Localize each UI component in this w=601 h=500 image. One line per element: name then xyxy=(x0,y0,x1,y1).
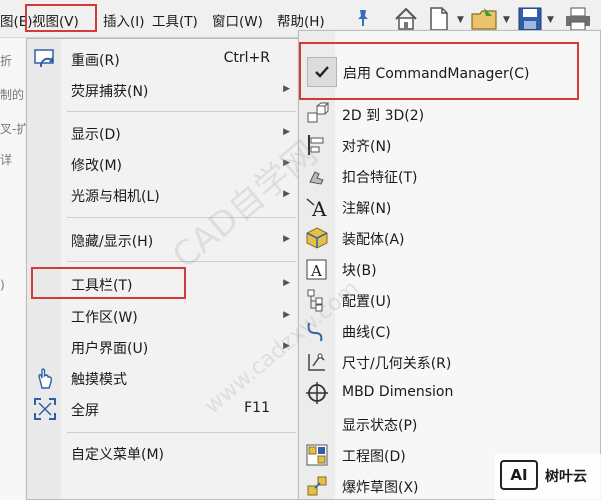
dimension-relation-icon xyxy=(308,353,325,371)
menu-item-label: 尺寸/几何关系(R) xyxy=(342,356,452,372)
save-dropdown-arrow-icon[interactable]: ▼ xyxy=(547,15,554,25)
block-icon: A xyxy=(306,259,327,280)
background-text: 制的 xyxy=(0,88,25,102)
open-dropdown-arrow-icon[interactable]: ▼ xyxy=(503,15,510,25)
menu-item-label: 荧屏捕获(N) xyxy=(71,84,149,100)
home-icon[interactable] xyxy=(393,6,419,32)
menu-item-full-screen[interactable]: 全屏 F11 xyxy=(27,394,300,424)
annotation-icon: A xyxy=(306,197,327,219)
menu-item-label: 重画(R) xyxy=(71,53,120,69)
new-dropdown-arrow-icon[interactable]: ▼ xyxy=(457,15,464,25)
menu-separator xyxy=(67,111,296,112)
full-screen-icon xyxy=(34,398,56,420)
menu-item-display[interactable]: 显示(D) ▶ xyxy=(27,118,300,148)
explode-sketch-icon xyxy=(307,476,327,496)
menu-item-label: 用户界面(U) xyxy=(71,341,149,357)
submenu-arrow-icon: ▶ xyxy=(283,278,290,288)
menu-help[interactable]: 帮助(H) xyxy=(277,10,325,30)
menu-item-mbd-dimension[interactable]: MBD Dimension xyxy=(299,378,600,408)
background-text: 叉-扩 xyxy=(0,122,29,136)
submenu-arrow-icon: ▶ xyxy=(283,234,290,244)
menu-item-label: 扣合特征(T) xyxy=(342,170,418,186)
menu-item-label: 装配体(A) xyxy=(342,232,405,248)
menu-item-align[interactable]: 对齐(N) xyxy=(299,130,600,160)
menu-item-2d-to-3d[interactable]: 2D 到 3D(2) xyxy=(299,99,600,129)
menu-item-label: 显示状态(P) xyxy=(342,418,418,434)
menu-item-workspace[interactable]: 工作区(W) ▶ xyxy=(27,301,300,331)
menu-item-label: 爆炸草图(X) xyxy=(342,480,419,496)
toolbars-submenu: 启用 CommandManager(C) 2D 到 3D(2) 对齐(N) 扣合… xyxy=(298,30,601,500)
touch-hand-icon xyxy=(38,368,53,389)
pin-icon[interactable] xyxy=(355,9,371,27)
menu-item-label: 触摸模式 xyxy=(71,372,127,388)
menu-item-display-states[interactable]: 显示状态(P) xyxy=(299,409,600,439)
menu-item-label: 隐藏/显示(H) xyxy=(71,234,154,250)
menu-item-label: 对齐(N) xyxy=(342,139,392,155)
background-text: ) xyxy=(0,278,5,292)
open-folder-icon[interactable] xyxy=(470,6,500,32)
menu-item-label: 工程图(D) xyxy=(342,449,406,465)
menu-item-screen-capture[interactable]: 荧屏捕获(N) ▶ xyxy=(27,75,300,105)
submenu-arrow-icon: ▶ xyxy=(283,310,290,320)
new-document-icon[interactable] xyxy=(428,6,450,32)
menu-item-label: 全屏 xyxy=(71,403,99,419)
menu-item-label: 修改(M) xyxy=(71,158,123,174)
menu-window[interactable]: 窗口(W) xyxy=(212,10,263,30)
logo-mark: AI xyxy=(500,460,538,490)
background-text: 详 xyxy=(0,153,13,167)
menu-item-label: 工作区(W) xyxy=(71,310,138,326)
menu-item-customize-menu[interactable]: 自定义菜单(M) xyxy=(27,438,300,468)
menu-item-redraw[interactable]: 重画(R) Ctrl+R xyxy=(27,44,300,74)
menu-item-label: 显示(D) xyxy=(71,127,121,143)
menu-item-assembly[interactable]: 装配体(A) xyxy=(299,223,600,253)
mbd-dimension-icon xyxy=(306,382,328,404)
menu-item-shortcut: F11 xyxy=(244,400,270,416)
menu-item-label: 2D 到 3D(2) xyxy=(342,108,425,124)
print-icon[interactable] xyxy=(564,6,592,32)
save-icon[interactable] xyxy=(517,6,543,32)
assembly-icon xyxy=(306,227,328,249)
logo-name: 树叶云 xyxy=(545,469,587,485)
menu-item-annotation[interactable]: A 注解(N) xyxy=(299,192,600,222)
menu-item-label: MBD Dimension xyxy=(342,384,454,400)
brand-logo: AI 树叶云 xyxy=(495,454,601,500)
svg-text:A: A xyxy=(310,262,322,280)
commandmanager-highlight xyxy=(299,42,579,100)
menu-item-fastening-features[interactable]: 扣合特征(T) xyxy=(299,161,600,191)
2d-to-3d-icon xyxy=(307,102,329,123)
view-menu-highlight xyxy=(25,4,97,32)
svg-text:A: A xyxy=(311,197,327,219)
menu-insert[interactable]: 插入(I) xyxy=(103,10,145,30)
menu-item-shortcut: Ctrl+R xyxy=(223,50,270,66)
menu-item-curves[interactable]: 曲线(C) xyxy=(299,316,600,346)
submenu-arrow-icon: ▶ xyxy=(283,84,290,94)
view-menu: 重画(R) Ctrl+R 荧屏捕获(N) ▶ 显示(D) ▶ 修改(M) ▶ 光… xyxy=(26,38,301,500)
menu-item-label: 光源与相机(L) xyxy=(71,189,160,205)
toolbars-highlight xyxy=(31,267,186,299)
menu-tools[interactable]: 工具(T) xyxy=(152,10,198,30)
drawing-icon xyxy=(306,444,328,466)
redraw-icon xyxy=(34,49,54,68)
menu-item-label: 自定义菜单(M) xyxy=(71,447,165,463)
menu-separator xyxy=(67,432,296,433)
menu-item-dimensions-relations[interactable]: 尺寸/几何关系(R) xyxy=(299,347,600,377)
background-text: 折 xyxy=(0,54,13,68)
menu-item-label: 注解(N) xyxy=(342,201,392,217)
menu-item-label: 曲线(C) xyxy=(342,325,391,341)
